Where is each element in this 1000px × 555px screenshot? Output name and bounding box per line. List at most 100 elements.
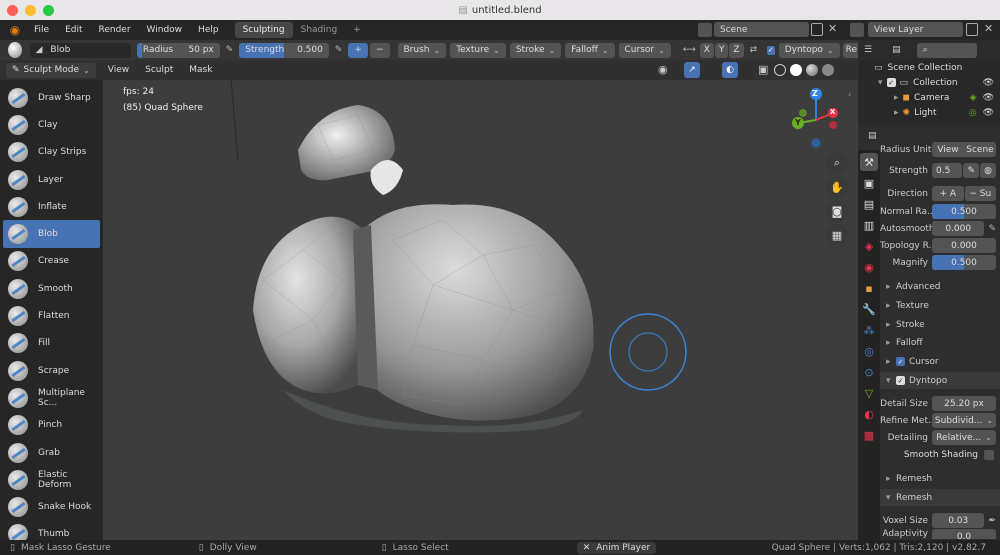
detailing-select[interactable]: Relative...: [932, 430, 996, 445]
sidebar-toggle-icon[interactable]: ‹: [848, 90, 851, 99]
stroke-menu[interactable]: Stroke: [509, 42, 562, 58]
adaptivity-field[interactable]: 0.0: [932, 529, 996, 539]
properties-editor-icon[interactable]: ▤: [868, 131, 877, 141]
strength-pressure-icon[interactable]: ✎: [335, 45, 343, 55]
pan-view-icon[interactable]: ✋: [826, 176, 848, 198]
radius-unit-view[interactable]: View: [932, 142, 964, 157]
mask-menu[interactable]: Mask: [181, 65, 220, 75]
tab-scene-icon[interactable]: ◈: [860, 237, 878, 255]
tab-material-icon[interactable]: ◐: [860, 405, 878, 423]
scene-field[interactable]: Scene: [714, 22, 809, 37]
unified-strength-icon[interactable]: ◍: [980, 163, 996, 178]
tab-data-icon[interactable]: ▽: [860, 384, 878, 402]
display-mode-icon[interactable]: ▤: [892, 45, 901, 55]
direction-add-option[interactable]: + A: [932, 186, 964, 201]
texture-menu[interactable]: Texture: [450, 42, 506, 58]
panel-cursor[interactable]: ✓Cursor: [880, 353, 1000, 370]
dyntopo-panel-checkbox[interactable]: ✓: [896, 376, 905, 385]
mirror-x-toggle[interactable]: X: [699, 42, 714, 58]
light-visibility-icon[interactable]: 👁: [983, 108, 994, 118]
tool-pinch[interactable]: Pinch: [0, 412, 103, 439]
cursor-checkbox[interactable]: ✓: [896, 357, 905, 366]
mirror-y-toggle[interactable]: Y: [714, 42, 729, 58]
scene-icon[interactable]: [698, 23, 712, 37]
tool-inflate[interactable]: Inflate: [0, 193, 103, 220]
normal-radius-field[interactable]: 0.500: [932, 204, 996, 219]
direction-add-button[interactable]: +: [348, 42, 368, 58]
dyntopo-menu[interactable]: Dyntopo: [778, 42, 840, 58]
autosmooth-field[interactable]: 0.000: [932, 221, 985, 236]
copy-view-layer-icon[interactable]: [966, 23, 978, 36]
camera-visibility-icon[interactable]: 👁: [983, 93, 994, 103]
tab-world-icon[interactable]: ◉: [860, 258, 878, 276]
smooth-shading-checkbox[interactable]: [984, 449, 994, 460]
panel-dyntopo-remesh[interactable]: Remesh: [880, 470, 1000, 487]
gizmo-toggle-icon[interactable]: ↗: [684, 62, 700, 78]
cancel-icon[interactable]: ✕: [583, 543, 591, 553]
tool-clay[interactable]: Clay: [0, 111, 103, 138]
tool-smooth[interactable]: Smooth: [0, 275, 103, 302]
autosmooth-pressure-icon[interactable]: ✎: [988, 224, 996, 234]
voxel-size-field[interactable]: 0.03: [932, 513, 985, 528]
expand-camera-icon[interactable]: ▸: [894, 93, 899, 103]
tab-object-icon[interactable]: ▪: [860, 279, 878, 297]
tab-tool-icon[interactable]: ⚒: [860, 153, 878, 171]
outliner-item-camera[interactable]: ▸ ◼ Camera ◈ 👁: [858, 90, 1000, 105]
tool-grab[interactable]: Grab: [0, 439, 103, 466]
tool-snake-hook[interactable]: Snake Hook: [0, 493, 103, 520]
tool-clay-strips[interactable]: Clay Strips: [0, 139, 103, 166]
tool-elastic-deform[interactable]: Elastic Deform: [0, 466, 103, 493]
outliner-collection[interactable]: ▾ ✓ ▭ Collection 👁: [858, 75, 1000, 90]
mode-selector[interactable]: ✎ Sculpt Mode: [6, 62, 96, 78]
collection-checkbox[interactable]: ✓: [886, 78, 896, 87]
strength-pressure-icon[interactable]: ✎: [963, 163, 980, 178]
add-workspace-button[interactable]: +: [345, 22, 369, 38]
panel-dyntopo[interactable]: ✓Dyntopo: [880, 372, 1000, 389]
tab-texture-icon[interactable]: ▩: [860, 426, 878, 444]
strength-field[interactable]: Strength 0.500: [239, 42, 329, 58]
xray-toggle-icon[interactable]: ▣: [758, 63, 768, 76]
outliner-search[interactable]: ⌕: [916, 42, 977, 58]
brush-preview-icon[interactable]: [8, 42, 22, 58]
magnify-field[interactable]: 0.500: [932, 255, 996, 270]
tab-particles-icon[interactable]: ⁂: [860, 321, 878, 339]
panel-texture[interactable]: Texture: [880, 297, 1000, 314]
tool-blob[interactable]: Blob: [3, 220, 100, 248]
zoom-view-icon[interactable]: ⌕: [826, 152, 848, 174]
zoom-window-button[interactable]: [43, 5, 54, 16]
menu-window[interactable]: Window: [139, 25, 191, 35]
tool-multiplane-scrape[interactable]: Multiplane Sc...: [0, 384, 103, 411]
view-layer-field[interactable]: View Layer: [868, 22, 963, 37]
tab-view-layer-icon[interactable]: ▥: [860, 216, 878, 234]
tab-physics-icon[interactable]: ◎: [860, 342, 878, 360]
expand-collection-icon[interactable]: ▾: [878, 78, 883, 88]
direction-subtract-option[interactable]: − Su: [964, 186, 996, 201]
mirror-lock-icon[interactable]: ⇄: [750, 45, 758, 55]
cursor-menu[interactable]: Cursor: [618, 42, 671, 58]
panel-advanced[interactable]: Advanced: [880, 278, 1000, 295]
tool-flatten[interactable]: Flatten: [0, 302, 103, 329]
collection-visibility-icon[interactable]: 👁: [983, 78, 994, 88]
wireframe-shading-icon[interactable]: [774, 64, 786, 76]
tab-sculpting[interactable]: Sculpting: [234, 22, 293, 38]
solid-shading-icon[interactable]: [790, 64, 802, 76]
material-shading-icon[interactable]: [806, 64, 818, 76]
tab-output-icon[interactable]: ▤: [860, 195, 878, 213]
menu-file[interactable]: File: [26, 25, 57, 35]
tool-thumb[interactable]: Thumb: [0, 521, 103, 540]
anim-player-job[interactable]: ✕ Anim Player: [576, 541, 657, 554]
voxel-eyedropper-icon[interactable]: ✒: [988, 516, 996, 526]
view-menu[interactable]: View: [100, 65, 137, 75]
brush-menu[interactable]: Brush: [397, 42, 447, 58]
panel-falloff[interactable]: Falloff: [880, 334, 1000, 351]
view-layer-icon[interactable]: [850, 23, 864, 37]
outliner-item-light[interactable]: ▸ ✺ Light ◎ 👁: [858, 105, 1000, 120]
radius-unit-scene[interactable]: Scene: [964, 142, 996, 157]
dyntopo-checkbox[interactable]: ✓: [767, 45, 775, 55]
panel-remesh[interactable]: Remesh: [880, 489, 1000, 506]
outliner-editor-icon[interactable]: ☰: [864, 45, 872, 55]
minimize-window-button[interactable]: [25, 5, 36, 16]
sculpt-mesh[interactable]: [103, 80, 858, 540]
blender-logo-icon[interactable]: ◉: [4, 23, 26, 37]
refine-method-select[interactable]: Subdivid...: [932, 413, 996, 428]
